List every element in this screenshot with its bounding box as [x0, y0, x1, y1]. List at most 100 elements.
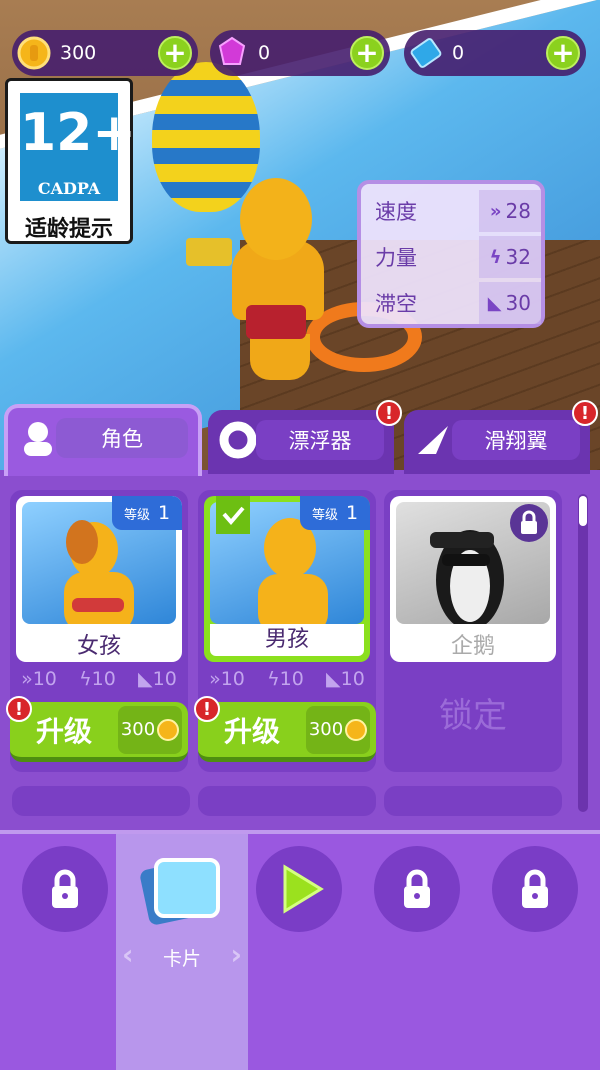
level-value: 1 [345, 502, 359, 524]
wing-icon: ◣ [138, 668, 153, 690]
stat-airtime: ◣10 [326, 668, 365, 690]
tab-character[interactable]: 角色 [4, 404, 202, 476]
character-icon [18, 418, 58, 458]
stat-label: 力量 [375, 246, 417, 270]
double-chevron-icon: » [489, 200, 502, 222]
lock-icon [52, 869, 78, 908]
wing-icon: ◣ [326, 668, 341, 690]
card-name: 男孩 [210, 624, 364, 656]
lock-icon [510, 504, 548, 542]
character-legs [250, 334, 310, 380]
selected-check-icon [216, 496, 250, 534]
balloon-basket [186, 238, 232, 266]
gem-icon [214, 35, 250, 71]
lightning-icon: ϟ [79, 668, 92, 690]
alert-badge: ! [376, 400, 402, 426]
level-label: 等级 [123, 507, 150, 523]
double-chevron-icon: » [209, 668, 221, 690]
play-button[interactable] [256, 846, 342, 932]
card-name: 企鹅 [450, 634, 495, 659]
nav-locked-3[interactable] [492, 846, 578, 932]
upgrade-cost: 300 [118, 705, 182, 754]
hot-air-balloon [152, 62, 260, 212]
tab-glider[interactable]: 滑翔翼 ! [404, 400, 598, 474]
add-coins-button[interactable]: + [158, 36, 192, 70]
bottom-nav: ‹ › 卡片 [0, 830, 600, 1070]
double-chevron-icon: » [21, 668, 33, 690]
age-rating-box: 12+ CADPA [20, 93, 136, 201]
card-boy[interactable]: 等级 1 男孩 »10 ϟ10 ◣10 升级 300 ! [194, 490, 376, 772]
level-badge: 等级 1 [300, 496, 370, 530]
card-face: 等级 1 男孩 [204, 496, 370, 662]
ticket-icon [408, 35, 444, 71]
tab-label: 漂浮器 [256, 420, 384, 460]
ticket-value: 0 [452, 42, 465, 64]
age-rating-badge: 12+ CADPA 适龄提示 [5, 78, 136, 244]
stat-value: 32 [505, 245, 531, 269]
lock-icon [404, 869, 430, 908]
cards-icon [140, 858, 220, 925]
stat-power: ϟ10 [267, 668, 304, 690]
stat-label: 滞空 [375, 292, 417, 316]
alert-badge: ! [6, 696, 32, 722]
coin-counter: 300 + [12, 30, 198, 76]
stat-airtime: ◣10 [138, 668, 177, 690]
nav-locked-1[interactable] [22, 846, 108, 932]
level-value: 1 [157, 502, 171, 524]
stat-power: 力量 ϟ 32 [361, 234, 541, 280]
stat-speed: »10 [209, 668, 245, 690]
card-stats: »10 ϟ10 ◣10 [198, 668, 376, 690]
tab-float[interactable]: 漂浮器 ! [208, 400, 402, 474]
upgrade-button[interactable]: 升级 300 [198, 702, 376, 762]
stat-power: ϟ10 [79, 668, 116, 690]
card-face: 等级 1 女孩 [16, 496, 182, 662]
stat-label: 速度 [375, 200, 417, 224]
glider-icon [414, 420, 454, 460]
character-shorts [246, 305, 306, 339]
nav-cards-label: 卡片 [162, 948, 201, 970]
player-character [240, 178, 312, 260]
coin-icon [157, 718, 180, 741]
level-label: 等级 [311, 507, 338, 523]
lock-icon [522, 869, 548, 908]
float-ring-icon [218, 420, 258, 460]
card-stats: »10 ϟ10 ◣10 [10, 668, 188, 690]
card-next-2[interactable] [198, 786, 376, 816]
level-badge: 等级 1 [112, 496, 182, 530]
gem-counter: 0 + [210, 30, 390, 76]
add-gems-button[interactable]: + [350, 36, 384, 70]
card-next-3[interactable] [384, 786, 562, 816]
coin-icon [345, 718, 368, 741]
age-rating-hint: 适龄提示 [24, 217, 113, 242]
stat-value: 28 [505, 199, 531, 223]
alert-badge: ! [572, 400, 598, 426]
card-name: 女孩 [76, 634, 121, 659]
tab-label: 滑翔翼 [452, 420, 580, 460]
card-girl[interactable]: 等级 1 女孩 »10 ϟ10 ◣10 升级 300 ! [6, 490, 188, 772]
age-rating-number: 12+ [20, 103, 136, 163]
card-face: 企鹅 [390, 496, 556, 662]
gem-value: 0 [258, 42, 271, 64]
stat-value: 30 [505, 291, 531, 315]
scrollbar-thumb[interactable] [579, 496, 587, 526]
upgrade-button[interactable]: 升级 300 [10, 702, 188, 762]
tab-label: 角色 [56, 418, 188, 458]
stat-airtime: 滞空 ◣ 30 [361, 280, 541, 326]
character-stats-panel: 速度 » 28 力量 ϟ 32 滞空 ◣ 30 [357, 180, 545, 328]
card-penguin[interactable]: 企鹅 锁定 [384, 490, 562, 772]
play-icon [283, 864, 324, 914]
locked-label: 锁定 [439, 696, 507, 736]
age-rating-org: CADPA [37, 179, 101, 198]
add-tickets-button[interactable]: + [546, 36, 580, 70]
wing-icon: ◣ [487, 292, 502, 314]
ticket-counter: 0 + [404, 30, 586, 76]
lightning-icon: ϟ [267, 668, 280, 690]
card-next-1[interactable] [12, 786, 190, 816]
coin-value: 300 [60, 42, 97, 64]
nav-cards-selected[interactable]: ‹ › 卡片 [116, 834, 248, 1070]
upgrade-cost: 300 [306, 705, 370, 754]
nav-locked-2[interactable] [374, 846, 460, 932]
card-list-scrollbar[interactable] [578, 494, 588, 812]
stat-speed: 速度 » 28 [361, 188, 541, 234]
stat-speed: »10 [21, 668, 57, 690]
